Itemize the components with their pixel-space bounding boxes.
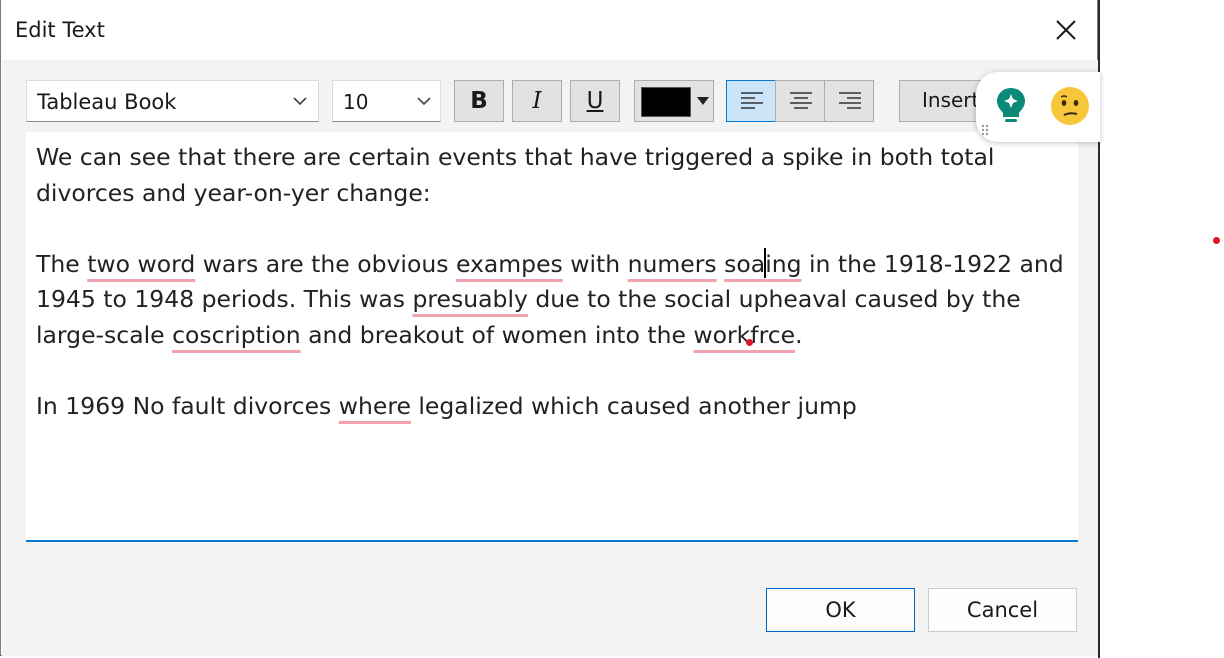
editor-paragraph — [36, 353, 1066, 389]
editor-content[interactable]: We can see that there are certain events… — [36, 140, 1066, 424]
confused-face-icon[interactable] — [1050, 86, 1090, 126]
text-editor[interactable]: We can see that there are certain events… — [26, 132, 1078, 542]
editor-paragraph: The two word wars are the obvious exampe… — [36, 247, 1072, 349]
lightbulb-icon[interactable] — [994, 86, 1028, 126]
misspelled-word[interactable]: coscription — [172, 321, 301, 349]
close-icon — [1056, 20, 1076, 40]
editor-paragraph — [36, 211, 1066, 247]
assistant-popup[interactable] — [976, 72, 1100, 142]
misspelled-word[interactable]: where — [339, 392, 411, 420]
align-center-button[interactable] — [775, 80, 825, 122]
underline-button[interactable]: U — [570, 80, 620, 122]
dialog-body: Tableau Book 10 B I U Insert We can see … — [2, 60, 1098, 656]
text-color-swatch — [641, 87, 691, 117]
font-size-select[interactable]: 10 — [332, 80, 441, 122]
misspelled-word[interactable]: workfrce — [693, 321, 795, 349]
align-right-button[interactable] — [824, 80, 874, 122]
align-left-icon — [741, 92, 763, 109]
misspelled-word[interactable]: presuably — [412, 285, 527, 313]
caret-down-icon — [697, 97, 709, 105]
italic-button[interactable]: I — [512, 80, 562, 122]
cancel-button[interactable]: Cancel — [928, 588, 1077, 632]
misspelled-word[interactable]: numers — [628, 250, 717, 278]
align-center-icon — [790, 92, 812, 109]
bold-button[interactable]: B — [454, 80, 504, 122]
chevron-down-icon — [293, 97, 307, 106]
font-size-value: 10 — [343, 90, 369, 114]
marker-dot — [1213, 237, 1220, 244]
drag-handle-icon[interactable] — [981, 124, 989, 136]
title-bar: Edit Text — [1, 0, 1097, 60]
misspelled-word[interactable]: two word — [87, 250, 195, 278]
align-right-icon — [839, 92, 861, 109]
font-family-value: Tableau Book — [37, 90, 177, 114]
misspelled-word[interactable]: exampes — [456, 250, 563, 278]
misspelled-word[interactable]: soaing — [724, 247, 802, 278]
font-family-select[interactable]: Tableau Book — [26, 80, 319, 122]
dialog-title: Edit Text — [15, 18, 105, 42]
align-left-button[interactable] — [726, 80, 776, 122]
text-cursor — [764, 247, 767, 278]
edit-text-dialog: Edit Text Tableau Book 10 B I U Insert W… — [0, 0, 1098, 656]
editor-paragraph: We can see that there are certain events… — [36, 143, 1002, 207]
marker-dot — [746, 339, 753, 346]
close-button[interactable] — [1045, 12, 1087, 48]
ok-button[interactable]: OK — [766, 588, 915, 632]
editor-paragraph: In 1969 No fault divorces where legalize… — [36, 391, 857, 420]
chevron-down-icon — [417, 97, 431, 106]
text-color-button[interactable] — [634, 80, 714, 122]
